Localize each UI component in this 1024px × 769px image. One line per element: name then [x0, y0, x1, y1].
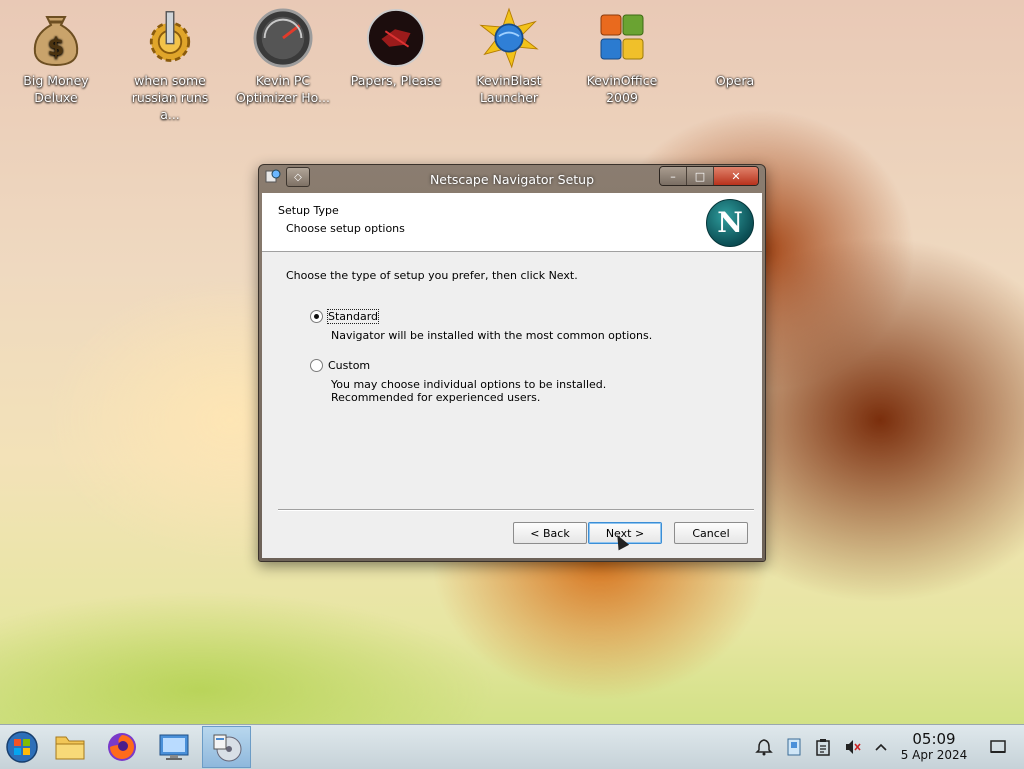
blast-globe-icon: [479, 7, 539, 69]
clipboard-icon[interactable]: [811, 725, 835, 769]
cancel-button[interactable]: Cancel: [674, 522, 748, 544]
maximize-button[interactable]: □: [687, 167, 714, 185]
clock[interactable]: 05:09 5 Apr 2024: [896, 731, 972, 763]
show-desktop-icon[interactable]: [986, 725, 1010, 769]
desktop-icon-kevin-pc-optimizer[interactable]: Kevin PC Optimizer Ho...: [233, 8, 333, 106]
desktop-icon-label: KevinBlast Launcher: [476, 73, 542, 105]
header-title: Setup Type: [278, 204, 339, 217]
volume-muted-icon[interactable]: [841, 725, 865, 769]
standard-radio[interactable]: [310, 310, 323, 323]
standard-label[interactable]: Standard: [326, 309, 380, 324]
desktop-icon-kevinoffice-2009[interactable]: KevinOffice 2009: [572, 8, 672, 106]
minimize-button[interactable]: –: [660, 167, 687, 185]
desktop-icon-big-money-deluxe[interactable]: $ Big Money Deluxe: [6, 8, 106, 106]
installer-task[interactable]: [202, 726, 251, 768]
desktop-icon-russian-runs[interactable]: when some russian runs a...: [120, 8, 220, 123]
desktop-icon-label: when some russian runs a...: [131, 73, 209, 122]
clock-date: 5 Apr 2024: [900, 748, 968, 762]
desktop-icon-label: Big Money Deluxe: [23, 73, 89, 105]
desktop-icon-kevinblast-launcher[interactable]: KevinBlast Launcher: [459, 7, 559, 106]
clipboard-app-icon[interactable]: [782, 725, 806, 769]
setup-prompt: Choose the type of setup you prefer, the…: [286, 269, 578, 282]
netscape-logo-letter: N: [717, 205, 743, 239]
firefox-task[interactable]: [100, 726, 144, 768]
window-client-area: Setup Type Choose setup options N Choose…: [262, 193, 762, 558]
header-subtitle: Choose setup options: [286, 222, 405, 235]
radio-selected-dot: [314, 314, 319, 319]
gauge-icon: [253, 8, 313, 68]
option-standard[interactable]: Standard: [310, 309, 380, 324]
gear-icon: [140, 8, 200, 68]
taskbar: 05:09 5 Apr 2024: [0, 724, 1024, 769]
custom-label[interactable]: Custom: [328, 359, 370, 372]
desktop-icon-opera[interactable]: Opera: [685, 8, 785, 89]
setup-header: Setup Type Choose setup options N: [262, 193, 762, 252]
desktop-icon-label: Papers, Please: [350, 73, 442, 88]
desktop-icon-label: Opera: [715, 73, 755, 88]
office-logo-icon: [592, 8, 652, 68]
desktop-icon-papers-please[interactable]: Papers, Please: [346, 8, 446, 89]
tray-expand-chevron-icon[interactable]: [871, 725, 891, 769]
svg-text:$: $: [48, 33, 65, 61]
clock-time: 05:09: [912, 730, 956, 748]
file-manager-task[interactable]: [48, 726, 92, 768]
money-bag-icon: $: [26, 8, 86, 68]
standard-description: Navigator will be installed with the mos…: [331, 329, 653, 342]
start-button[interactable]: [0, 726, 44, 768]
netscape-logo-icon: N: [706, 199, 754, 247]
option-custom[interactable]: Custom: [310, 359, 370, 372]
close-button[interactable]: ✕: [714, 167, 758, 185]
papers-please-icon: [366, 8, 426, 68]
opera-icon: [705, 8, 765, 68]
desktop-icon-label: Kevin PC Optimizer Ho...: [236, 73, 330, 105]
control-panel-task[interactable]: [152, 726, 196, 768]
window-titlebar[interactable]: ◇ Netscape Navigator Setup – □ ✕: [259, 165, 765, 193]
custom-description: You may choose individual options to be …: [331, 378, 607, 404]
custom-radio[interactable]: [310, 359, 323, 372]
back-button[interactable]: < Back: [513, 522, 587, 544]
desktop-icon-label: KevinOffice 2009: [586, 73, 658, 105]
setup-window: ◇ Netscape Navigator Setup – □ ✕ Setup T…: [258, 164, 766, 562]
button-separator: [278, 509, 754, 511]
notifications-bell-icon[interactable]: [752, 725, 776, 769]
window-controls: – □ ✕: [659, 166, 759, 186]
